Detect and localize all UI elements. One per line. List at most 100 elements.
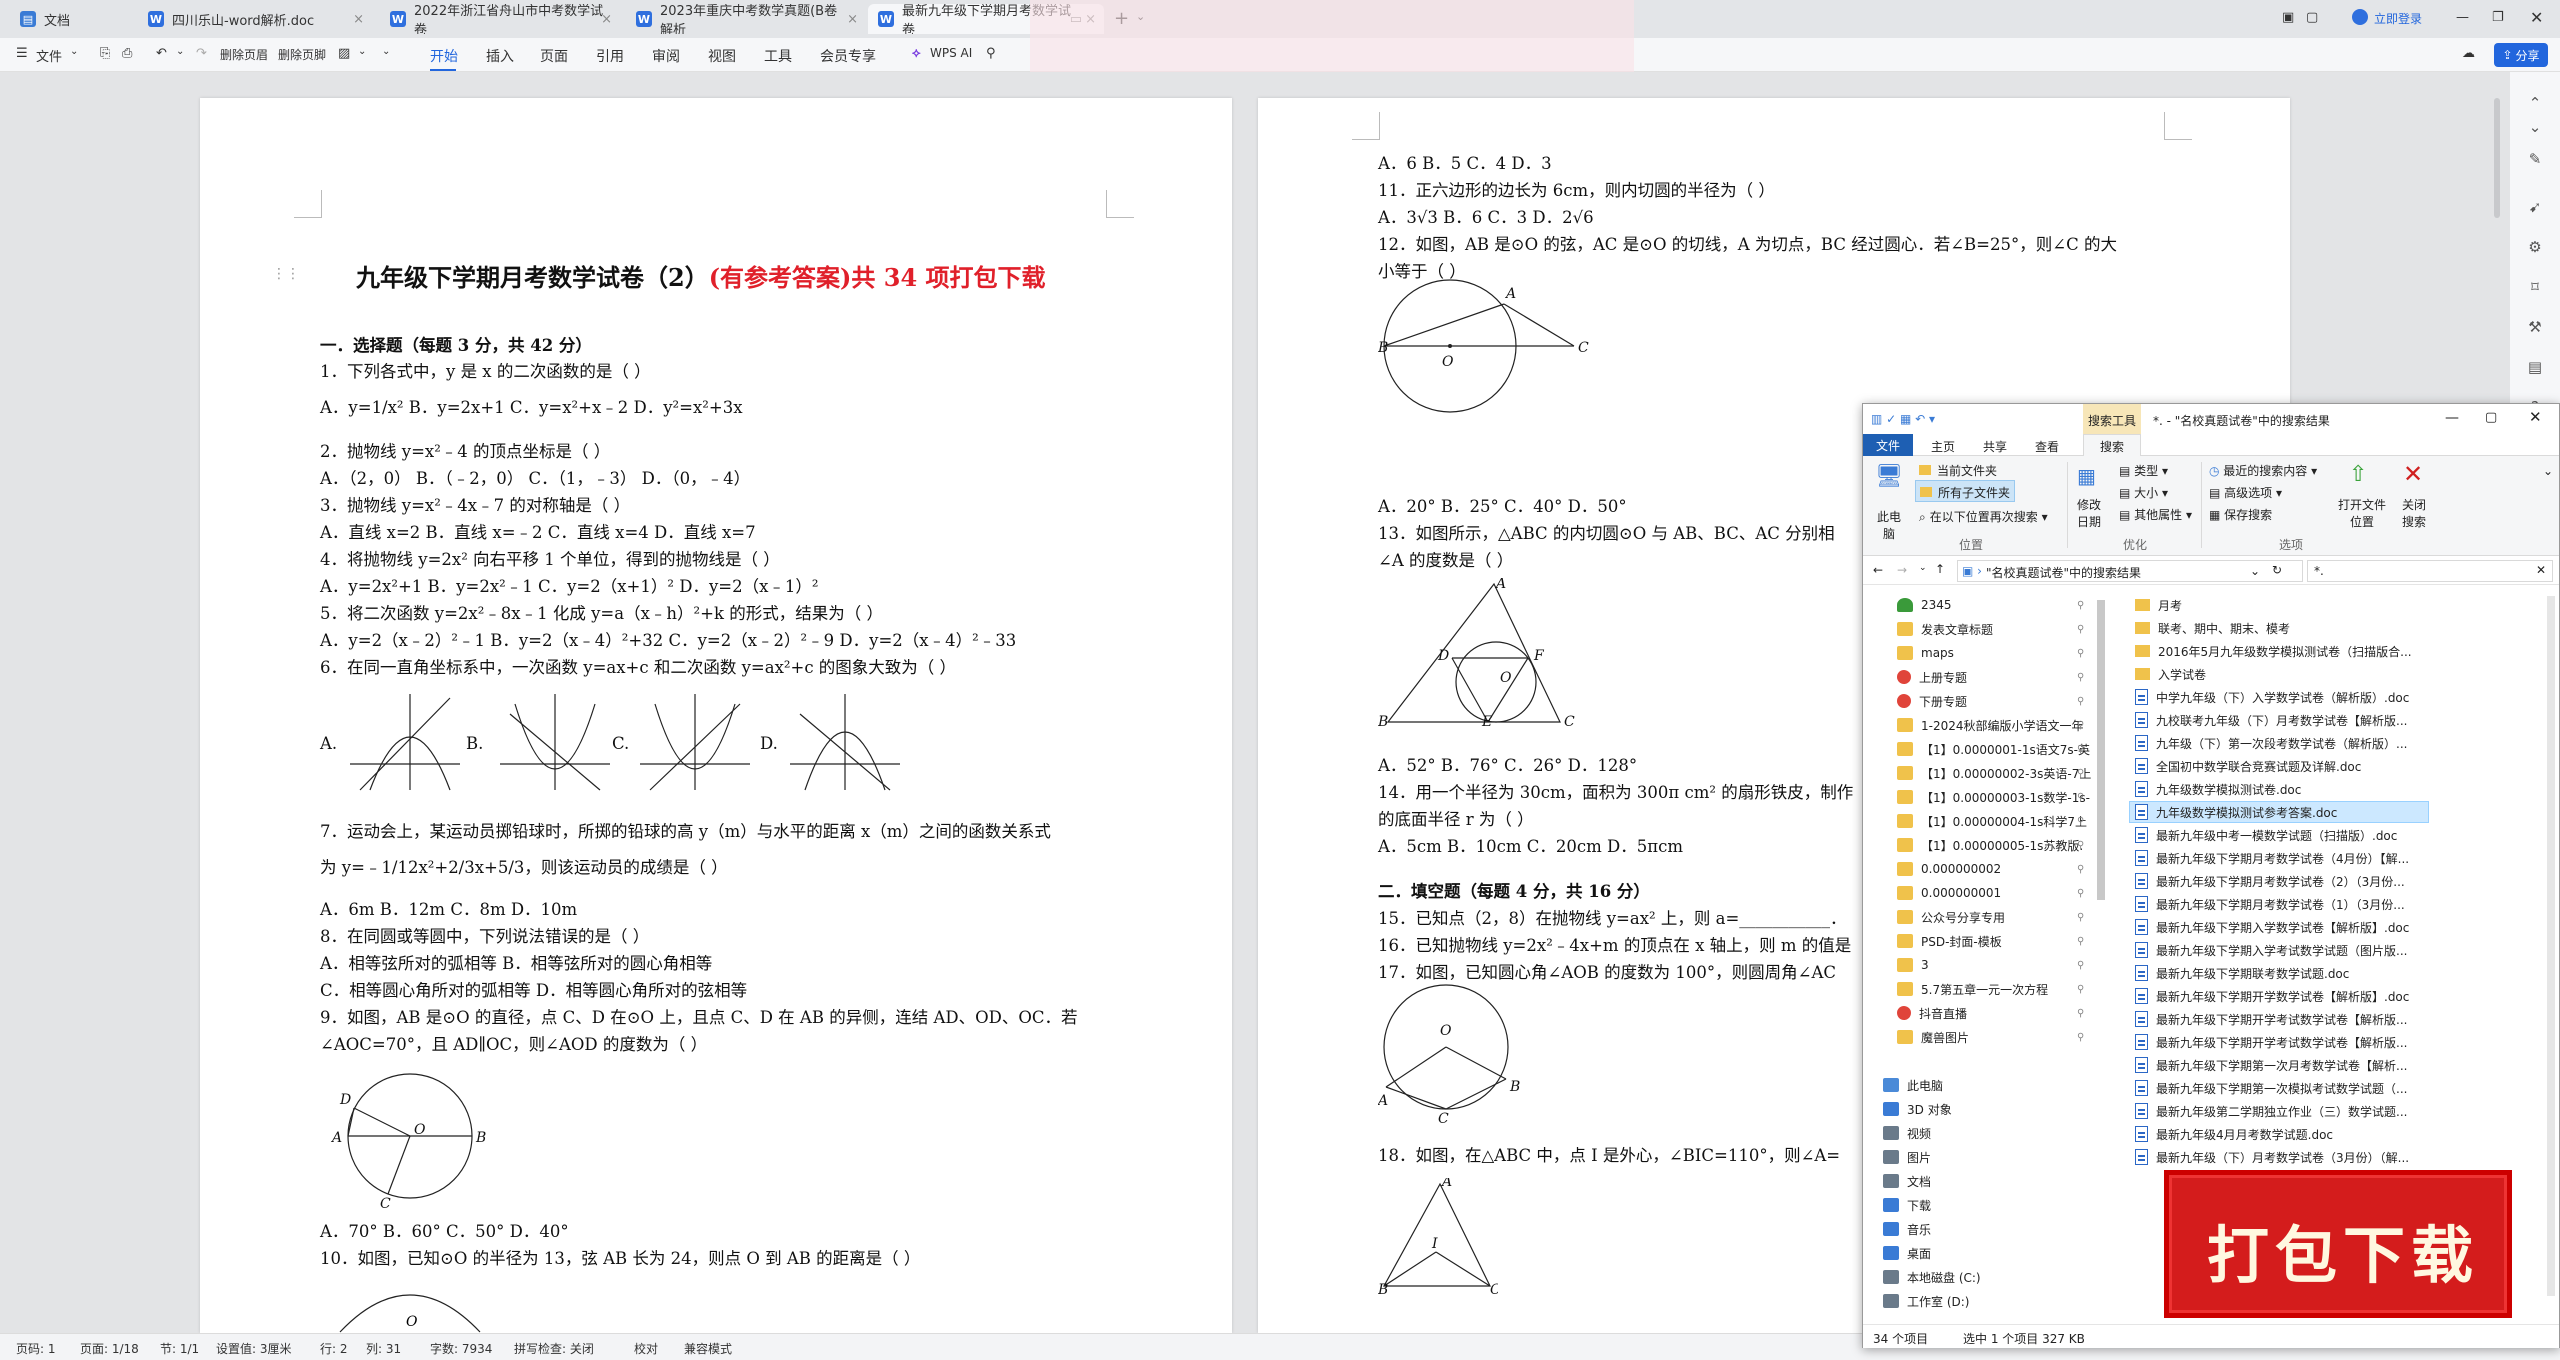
ribbon-tab-view[interactable]: 查看 — [2035, 438, 2059, 455]
expand-icon[interactable]: ⌄ — [2526, 118, 2544, 136]
clear-icon[interactable]: ✕ — [2536, 563, 2546, 577]
file-item[interactable]: 九年级（下）第一次段考数学试卷（解析版）... — [2135, 732, 2407, 754]
pages-icon[interactable]: ▤ — [2526, 358, 2544, 376]
format-icon[interactable]: ▨ — [338, 46, 350, 61]
status-words[interactable]: 字数: 7934 — [430, 1340, 492, 1357]
chevron-down-icon[interactable]: ⌄ — [176, 46, 184, 57]
advanced-options-button[interactable]: ▤ 高级选项 ▾ — [2209, 484, 2282, 501]
share-button[interactable]: ⇪ 分享 — [2494, 43, 2548, 67]
save-icon[interactable]: ⎘ — [100, 46, 110, 61]
cloud-icon[interactable]: ☁ — [2462, 46, 2475, 61]
menu-review[interactable]: 审阅 — [652, 46, 680, 66]
menu-tools[interactable]: 工具 — [764, 46, 792, 66]
search-again-button[interactable]: ⌕ 在以下位置再次搜索 ▾ — [1919, 508, 2048, 525]
document-page-1[interactable]: ⋮⋮ 九年级下学期月考数学试卷（2）(有参考答案)共 34 项打包下载 一．选择… — [200, 98, 1232, 1333]
file-item[interactable]: 最新九年级4月月考数学试题.doc — [2135, 1123, 2333, 1145]
undo-icon[interactable]: ↶ — [156, 46, 167, 61]
up-icon[interactable]: ↑ — [1935, 562, 1945, 576]
pointer-icon[interactable]: ➹ — [2526, 198, 2544, 216]
file-item[interactable]: 最新九年级下学期入学数学试卷【解析版】.doc — [2135, 916, 2409, 938]
refresh-icon[interactable]: ↻ — [2272, 563, 2282, 577]
close-icon[interactable]: ✕ — [2529, 408, 2542, 426]
menu-member[interactable]: 会员专享 — [820, 46, 876, 66]
print-icon[interactable]: ⎙ — [122, 46, 132, 61]
file-item[interactable]: 联考、期中、期末、模考 — [2135, 617, 2290, 639]
chevron-down-icon[interactable]: ⌄ — [2250, 564, 2260, 578]
ribbon-tab-search[interactable]: 搜索 — [2083, 434, 2141, 456]
file-item[interactable]: 最新九年级下学期开学考试数学试卷【解析版... — [2135, 1031, 2407, 1053]
menu-page[interactable]: 页面 — [540, 46, 568, 66]
all-subfolders-button[interactable]: 所有子文件夹 — [1915, 480, 2015, 502]
file-item[interactable]: 2016年5月九年级数学模拟测试卷（扫描版合... — [2135, 640, 2412, 662]
file-item[interactable]: 最新九年级下学期月考数学试卷（4月份）【解... — [2135, 847, 2409, 869]
settings-icon[interactable]: ⚒ — [2526, 318, 2544, 336]
file-item[interactable]: 九年级数学模拟测试参考答案.doc — [2129, 801, 2429, 823]
kind-button[interactable]: ▤ 类型 ▾ — [2119, 462, 2168, 479]
close-window-icon[interactable]: ✕ — [2530, 8, 2543, 27]
ribbon-tab-share[interactable]: 共享 — [1983, 438, 2007, 455]
save-search-button[interactable]: ▦ 保存搜索 — [2209, 506, 2272, 523]
file-menu[interactable]: 文件 — [36, 46, 62, 65]
file-item[interactable]: 最新九年级下学期开学数学试卷【解析版】.doc — [2135, 985, 2409, 1007]
drag-handle-icon[interactable]: ⋮⋮ — [272, 266, 300, 282]
menu-home[interactable]: 开始 — [430, 46, 458, 66]
collapse-icon[interactable]: ⌃ — [2526, 94, 2544, 112]
file-item[interactable]: 最新九年级下学期联考数学试题.doc — [2135, 962, 2349, 984]
menu-view[interactable]: 视图 — [708, 46, 736, 66]
file-item[interactable]: 最新九年级下学期开学考试数学试卷【解析版... — [2135, 1008, 2407, 1030]
wps-ai-button[interactable]: WPS AI — [930, 46, 972, 60]
delete-header-button[interactable]: 删除页眉 — [220, 46, 268, 63]
file-item[interactable]: 最新九年级下学期月考数学试卷（1）（3月份... — [2135, 893, 2405, 915]
minimize-icon[interactable]: — — [2456, 10, 2469, 25]
other-props-button[interactable]: ▤ 其他属性 ▾ — [2119, 506, 2192, 523]
file-item[interactable]: 月考 — [2135, 594, 2182, 616]
close-icon[interactable]: × — [353, 12, 364, 27]
file-list-scrollbar[interactable] — [2547, 596, 2555, 1296]
file-item[interactable]: 九校联考九年级（下）月考数学试卷【解析版... — [2135, 709, 2407, 731]
redo-icon[interactable]: ↷ — [196, 46, 207, 61]
bookmark-icon[interactable]: ⌑ — [2526, 278, 2544, 296]
ribbon-tab-home[interactable]: 主页 — [1931, 438, 1955, 455]
current-folder-button[interactable]: 当前文件夹 — [1919, 462, 1997, 479]
menu-insert[interactable]: 插入 — [486, 46, 514, 66]
file-item[interactable]: 最新九年级中考一模数学试题（扫描版）.doc — [2135, 824, 2397, 846]
minimize-icon[interactable]: — — [2445, 410, 2459, 426]
status-proof[interactable]: 校对 — [634, 1340, 658, 1357]
chevron-down-icon[interactable]: ⌄ — [358, 46, 366, 57]
status-spell[interactable]: 拼写检查: 关闭 — [514, 1340, 594, 1357]
close-icon[interactable]: × — [847, 12, 858, 27]
tab-document[interactable]: W 四川乐山-word解析.doc × — [138, 4, 372, 34]
chevron-down-icon[interactable]: ⌄ — [70, 46, 78, 57]
delete-footer-button[interactable]: 删除页脚 — [278, 46, 326, 63]
file-item[interactable]: 最新九年级（下）月考数学试卷（3月份）（解... — [2135, 1146, 2409, 1168]
file-item[interactable]: 全国初中数学联合竞赛试题及详解.doc — [2135, 755, 2361, 777]
file-item[interactable]: 入学试卷 — [2135, 663, 2206, 685]
pen-icon[interactable]: ✎ — [2526, 150, 2544, 168]
tab-document[interactable]: W 2023年重庆中考数学真题(B卷解析 × — [626, 4, 866, 34]
size-button[interactable]: ▤ 大小 ▾ — [2119, 484, 2168, 501]
box-icon[interactable]: ▢ — [2306, 10, 2318, 25]
modified-date-button[interactable]: 修改日期 — [2073, 496, 2105, 530]
search-icon[interactable]: ⚲ — [986, 46, 996, 61]
ribbon-tab-file[interactable]: 文件 — [1863, 434, 1913, 456]
back-icon[interactable]: ← — [1873, 563, 1883, 577]
restore-icon[interactable]: ❐ — [2492, 10, 2504, 25]
quick-access-icons[interactable]: ▥ ✓ ▦ ↶ ▾ — [1871, 412, 1935, 426]
chevron-down-icon[interactable]: ⌄ — [382, 46, 390, 57]
open-location-button[interactable]: 打开文件位置 — [2337, 496, 2387, 530]
chevron-down-icon[interactable]: ⌄ — [1919, 563, 1927, 573]
close-search-button[interactable]: 关闭搜索 — [2399, 496, 2429, 530]
file-item[interactable]: 最新九年级下学期月考数学试卷（2）（3月份... — [2135, 870, 2405, 892]
file-item[interactable]: 中学九年级（下）入学数学试卷（解析版）.doc — [2135, 686, 2409, 708]
login-link[interactable]: 立即登录 — [2374, 10, 2422, 27]
scrollbar-thumb[interactable] — [2494, 98, 2500, 218]
search-box[interactable]: *. ✕ — [2307, 560, 2553, 582]
status-pages[interactable]: 页面: 1/18 — [80, 1340, 139, 1357]
tab-docs[interactable]: ▤ 文档 — [10, 4, 130, 34]
close-icon[interactable]: × — [601, 12, 612, 27]
menu-reference[interactable]: 引用 — [596, 46, 624, 66]
chevron-down-icon[interactable]: ⌄ — [2543, 464, 2553, 478]
forward-icon[interactable]: → — [1897, 563, 1907, 577]
file-item[interactable]: 九年级数学模拟测试卷.doc — [2135, 778, 2301, 800]
window-icon[interactable]: ▣ — [2282, 10, 2294, 25]
